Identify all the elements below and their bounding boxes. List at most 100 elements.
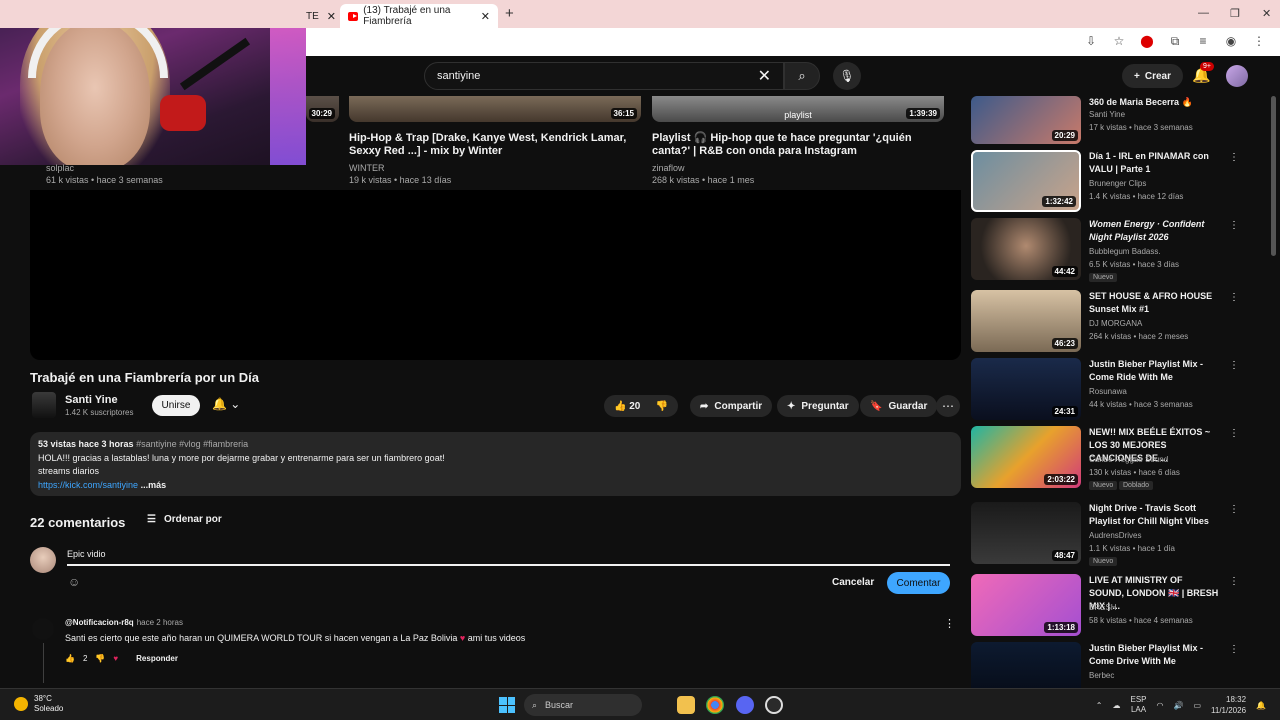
- sidebar-video-6[interactable]: 2:03:22 NEW!! MIX BEÉLE ÉXITOS ~ LOS 30 …: [971, 426, 1261, 490]
- language-indicator[interactable]: ESP LAA: [1131, 695, 1147, 715]
- weather-widget[interactable]: 38°C Soleado: [14, 694, 63, 714]
- subscription-bell-button[interactable]: 🔔 ⌄: [212, 397, 240, 411]
- video-thumb-1[interactable]: 30:29: [306, 96, 339, 122]
- sidebar-channel[interactable]: DJ MORGANA: [1089, 319, 1142, 328]
- sidebar-video-2[interactable]: 1:32:42 Día 1 - IRL en PINAMAR con VALU …: [971, 150, 1261, 212]
- search-button[interactable]: ⌕: [784, 62, 820, 90]
- sidebar-video-4[interactable]: 46:23 SET HOUSE & AFRO HOUSE Sunset Mix …: [971, 290, 1261, 352]
- show-more-link[interactable]: ...más: [141, 480, 167, 490]
- create-button[interactable]: + Crear: [1122, 64, 1183, 88]
- sidebar-title[interactable]: Justin Bieber Playlist Mix - Come Ride W…: [1089, 358, 1219, 384]
- minimize-icon[interactable]: —: [1198, 7, 1209, 19]
- cancel-button[interactable]: Cancelar: [832, 573, 874, 592]
- windows-start-icon[interactable]: [499, 697, 515, 713]
- channel-avatar[interactable]: [32, 392, 56, 418]
- comment-input[interactable]: Epic vidio: [67, 546, 950, 566]
- search-input[interactable]: santiyine ✕: [424, 62, 784, 90]
- tray-chevron-icon[interactable]: ⌃: [1096, 701, 1103, 710]
- sidebar-thumb[interactable]: 1:32:42: [971, 150, 1081, 212]
- sidebar-title[interactable]: Women Energy · Confident Night Playlist …: [1089, 218, 1219, 244]
- video-title-3[interactable]: Playlist 🎧 Hip-hop que te hace preguntar…: [652, 132, 944, 158]
- sidebar-thumb[interactable]: 48:47: [971, 502, 1081, 564]
- sidebar-menu-icon[interactable]: ⋮: [1229, 576, 1239, 587]
- sidebar-video-1[interactable]: 20:29 360 de Maria Becerra 🔥 Santi Yine …: [971, 96, 1261, 158]
- volume-icon[interactable]: 🔊: [1174, 701, 1184, 710]
- clock[interactable]: 18:32 11/1/2026: [1211, 694, 1246, 716]
- sidebar-title[interactable]: Día 1 - IRL en PINAMAR con VALU | Parte …: [1089, 150, 1219, 176]
- close-tab-icon[interactable]: ✕: [481, 10, 490, 23]
- profile-icon[interactable]: ◉: [1224, 34, 1238, 49]
- sidebar-title[interactable]: 360 de Maria Becerra 🔥: [1089, 96, 1219, 109]
- sidebar-video-3[interactable]: 44:42 Women Energy · Confident Night Pla…: [971, 218, 1261, 282]
- notifications-icon[interactable]: 🔔: [1256, 701, 1266, 710]
- sidebar-thumb[interactable]: [971, 642, 1081, 688]
- sidebar-channel[interactable]: Brunenger Clips: [1089, 179, 1146, 188]
- channel-name[interactable]: Santi Yine: [65, 394, 118, 406]
- sidebar-menu-icon[interactable]: ⋮: [1229, 360, 1239, 371]
- sidebar-channel[interactable]: Santi Yine: [1089, 110, 1125, 119]
- sidebar-channel[interactable]: Berbec: [1089, 671, 1114, 680]
- voice-search-button[interactable]: 🎙: [833, 62, 861, 90]
- reply-button[interactable]: Responder: [136, 654, 178, 663]
- sidebar-thumb[interactable]: 24:31: [971, 358, 1081, 420]
- sidebar-thumb[interactable]: 46:23: [971, 290, 1081, 352]
- comment-submit-button[interactable]: Comentar: [887, 572, 950, 594]
- notifications-button[interactable]: 🔔 9+: [1192, 62, 1214, 84]
- video-thumb-2[interactable]: 36:15: [349, 96, 641, 122]
- description-box[interactable]: 53 vistas hace 3 horas #santiyine #vlog …: [30, 432, 961, 496]
- sidebar-channel[interactable]: AudrensDrives: [1089, 531, 1141, 540]
- clear-search-icon[interactable]: ✕: [758, 66, 771, 86]
- sort-comments-button[interactable]: ☰ Ordenar por: [147, 514, 222, 525]
- sidebar-title[interactable]: SET HOUSE & AFRO HOUSE Sunset Mix #1: [1089, 290, 1219, 316]
- tab-active[interactable]: (13) Trabajé en una Fiambrería ✕: [340, 4, 498, 28]
- sidebar-menu-icon[interactable]: ⋮: [1229, 428, 1239, 439]
- sidebar-video-7[interactable]: 48:47 Night Drive - Travis Scott Playlis…: [971, 502, 1261, 566]
- window-close-icon[interactable]: ✕: [1262, 7, 1271, 20]
- video-title-2[interactable]: Hip-Hop & Trap [Drake, Kanye West, Kendr…: [349, 132, 641, 158]
- close-icon[interactable]: ✕: [327, 10, 336, 23]
- comment-dislike-button[interactable]: 👎: [95, 654, 105, 663]
- video-channel-3[interactable]: zinaflow: [652, 163, 685, 173]
- address-bar[interactable]: ⇩ ☆ ⬤ ⧉ ≡ ◉ ⋮: [306, 28, 1280, 56]
- comment-menu-icon[interactable]: ⋮: [944, 617, 955, 630]
- sidebar-channel[interactable]: Caribe Reggae Sound: [1089, 455, 1168, 464]
- file-explorer-icon[interactable]: [677, 696, 695, 714]
- sidebar-title[interactable]: Justin Bieber Playlist Mix - Come Drive …: [1089, 642, 1219, 668]
- sidebar-menu-icon[interactable]: ⋮: [1229, 644, 1239, 655]
- more-actions-button[interactable]: ⋯: [936, 395, 960, 417]
- sidebar-video-8[interactable]: 1:13:18 LIVE AT MINISTRY OF SOUND, LONDO…: [971, 574, 1261, 636]
- video-thumb-3[interactable]: playlist 1:39:39: [652, 96, 944, 122]
- sidebar-menu-icon[interactable]: ⋮: [1229, 292, 1239, 303]
- ask-button[interactable]: ✦ Preguntar: [777, 395, 859, 417]
- page-scrollbar[interactable]: [1271, 96, 1276, 256]
- menu-icon[interactable]: ⋮: [1252, 34, 1266, 49]
- description-link[interactable]: https://kick.com/santiyine: [38, 480, 138, 490]
- share-button[interactable]: ➦ Compartir: [690, 395, 773, 417]
- comment-like-button[interactable]: 👍: [65, 654, 75, 663]
- sidebar-video-5[interactable]: 24:31 Justin Bieber Playlist Mix - Come …: [971, 358, 1261, 420]
- video-channel-2[interactable]: WINTER: [349, 163, 385, 173]
- like-button[interactable]: 👍 20: [614, 401, 640, 412]
- sidebar-channel[interactable]: Rosunawa: [1089, 387, 1127, 396]
- sidebar-menu-icon[interactable]: ⋮: [1229, 504, 1239, 515]
- save-button[interactable]: 🔖 Guardar: [860, 395, 938, 417]
- sidebar-menu-icon[interactable]: ⋮: [1229, 152, 1239, 163]
- new-tab-button[interactable]: +: [505, 5, 514, 22]
- onedrive-icon[interactable]: ☁: [1113, 701, 1121, 710]
- sidebar-channel[interactable]: BRESH: [1089, 603, 1117, 612]
- sidebar-title[interactable]: Night Drive - Travis Scott Playlist for …: [1089, 502, 1219, 528]
- sidebar-thumb[interactable]: 20:29: [971, 96, 1081, 144]
- sidebar-video-9[interactable]: Justin Bieber Playlist Mix - Come Drive …: [971, 642, 1261, 688]
- video-player[interactable]: [30, 190, 961, 360]
- join-button[interactable]: Unirse: [152, 395, 200, 416]
- chrome-icon[interactable]: [706, 696, 724, 714]
- account-avatar[interactable]: [1226, 65, 1248, 87]
- maximize-icon[interactable]: ❐: [1230, 7, 1240, 20]
- tab-previous[interactable]: ТЕ ✕: [306, 4, 336, 28]
- discord-icon[interactable]: [736, 696, 754, 714]
- emoji-icon[interactable]: ☺: [68, 575, 80, 589]
- bookmark-star-icon[interactable]: ☆: [1112, 34, 1126, 49]
- extensions-icon[interactable]: ⧉: [1168, 34, 1182, 49]
- commenter-avatar[interactable]: [32, 618, 54, 640]
- opera-icon[interactable]: ⬤: [1140, 34, 1154, 49]
